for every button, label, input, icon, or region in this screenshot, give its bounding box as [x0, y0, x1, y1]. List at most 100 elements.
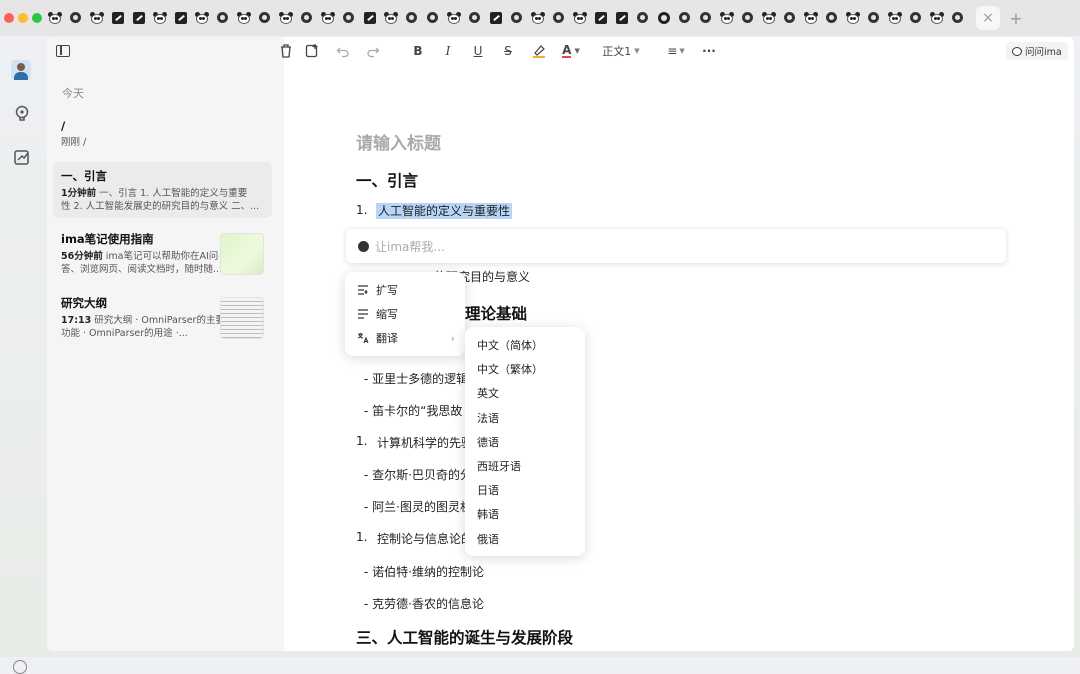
- panda-icon: [152, 12, 167, 24]
- note-item[interactable]: 研究大纲 17:13 研究大纲 · OmniParser的主要 功能 · Omni…: [53, 289, 272, 345]
- more-icon[interactable]: ···: [702, 43, 716, 59]
- browser-tab[interactable]: [212, 9, 233, 27]
- note-item-selected[interactable]: 一、引言 1分钟前 一、引言 1. 人工智能的定义与重要性 2. 人工智能发展史…: [53, 162, 272, 218]
- redo-icon[interactable]: [366, 43, 380, 59]
- browser-tab[interactable]: [653, 9, 674, 27]
- browser-tab[interactable]: [611, 9, 632, 27]
- browser-tab[interactable]: [149, 9, 170, 27]
- browser-tab[interactable]: [128, 9, 149, 27]
- browser-tab[interactable]: [842, 9, 863, 27]
- translate-option-label: 俄语: [477, 532, 499, 546]
- browser-tab[interactable]: [506, 9, 527, 27]
- translate-option[interactable]: 德语: [465, 430, 585, 454]
- translate-option[interactable]: 俄语: [465, 527, 585, 551]
- align-icon[interactable]: ≡ ▼: [664, 43, 688, 59]
- browser-tab[interactable]: [821, 9, 842, 27]
- browser-tab[interactable]: [422, 9, 443, 27]
- browser-tab[interactable]: [380, 9, 401, 27]
- browser-tab[interactable]: [359, 9, 380, 27]
- paragraph-style-select[interactable]: 正文1 ▼: [601, 43, 641, 59]
- trash-icon[interactable]: [279, 43, 293, 59]
- browser-tab[interactable]: [863, 9, 884, 27]
- note-edit-icon[interactable]: [13, 148, 31, 166]
- browser-tab[interactable]: [485, 9, 506, 27]
- browser-tab[interactable]: [779, 9, 800, 27]
- translate-option[interactable]: 法语: [465, 406, 585, 430]
- bullet-text: - 亚里士多德的逻辑: [364, 372, 469, 386]
- location-pin-icon: [553, 11, 564, 25]
- sidebar-toggle-icon[interactable]: [56, 45, 70, 57]
- translate-submenu: 中文（简体） 中文（繁体） 英文法语 德语 西班牙语 日语 韩语俄语: [465, 327, 585, 556]
- browser-tab[interactable]: [401, 9, 422, 27]
- browser-tab[interactable]: [44, 9, 65, 27]
- browser-tab[interactable]: [569, 9, 590, 27]
- translate-option[interactable]: 英文: [465, 381, 585, 405]
- italic-icon[interactable]: I: [442, 43, 454, 59]
- browser-tab[interactable]: [317, 9, 338, 27]
- browser-tab[interactable]: [275, 9, 296, 27]
- note-item[interactable]: / 刚刚 /: [53, 113, 272, 153]
- translate-option[interactable]: 中文（繁体）: [465, 357, 585, 381]
- panda-icon: [761, 12, 776, 24]
- browser-tab[interactable]: [947, 9, 968, 27]
- editor-area[interactable]: 请输入标题 一、引言 1. 人工智能的定义与重要性 让ima帮我... 的研究目…: [284, 65, 1074, 651]
- browser-tab[interactable]: [758, 9, 779, 27]
- new-note-icon[interactable]: [305, 43, 319, 59]
- browser-tab[interactable]: [233, 9, 254, 27]
- browser-tab[interactable]: [548, 9, 569, 27]
- avatar[interactable]: [11, 60, 31, 80]
- underline-icon[interactable]: U: [472, 43, 484, 59]
- bold-icon[interactable]: B: [412, 43, 424, 59]
- browser-tab[interactable]: [716, 9, 737, 27]
- browser-tab[interactable]: [296, 9, 317, 27]
- browser-tab[interactable]: [695, 9, 716, 27]
- lightbulb-icon[interactable]: [13, 105, 31, 123]
- browser-tab[interactable]: [65, 9, 86, 27]
- note-item[interactable]: ima笔记使用指南 56分钟前 ima笔记可以帮助你在AI问 答、浏览网页、阅读文…: [53, 225, 272, 281]
- browser-tab[interactable]: [737, 9, 758, 27]
- menu-item-translate[interactable]: 翻译 ›: [345, 326, 465, 350]
- menu-item-expand[interactable]: 扩写: [345, 278, 465, 302]
- ask-ima-button[interactable]: 问问ima: [1006, 42, 1068, 60]
- edit-icon: [615, 12, 628, 24]
- translate-option[interactable]: 中文（简体）: [465, 333, 585, 357]
- browser-tab[interactable]: [170, 9, 191, 27]
- close-window-button[interactable]: [4, 13, 14, 23]
- browser-tab[interactable]: [905, 9, 926, 27]
- plus-icon: +: [1009, 8, 1023, 28]
- minimize-window-button[interactable]: [18, 13, 28, 23]
- browser-tab[interactable]: [86, 9, 107, 27]
- history-icon[interactable]: [13, 660, 27, 674]
- browser-tab[interactable]: [590, 9, 611, 27]
- translate-option[interactable]: 韩语: [465, 502, 585, 526]
- title-input[interactable]: 请输入标题: [356, 129, 441, 154]
- browser-tab[interactable]: [926, 9, 947, 27]
- menu-label: 翻译: [376, 332, 398, 345]
- browser-tab[interactable]: [443, 9, 464, 27]
- browser-tab[interactable]: [674, 9, 695, 27]
- undo-icon[interactable]: [336, 43, 350, 59]
- browser-tab[interactable]: [338, 9, 359, 27]
- app-window: 今天 / 刚刚 / 一、引言 1分钟前 一、引言 1. 人工智能的定义与重要性 …: [47, 37, 1074, 651]
- browser-tab[interactable]: [254, 9, 275, 27]
- browser-tab[interactable]: [800, 9, 821, 27]
- new-tab-button[interactable]: +: [1008, 8, 1024, 28]
- browser-tab[interactable]: [191, 9, 212, 27]
- translate-option-label: 英文: [477, 387, 499, 401]
- menu-item-shorten[interactable]: 缩写: [345, 302, 465, 326]
- close-tab-button[interactable]: ×: [976, 6, 1000, 30]
- translate-option[interactable]: 西班牙语: [465, 454, 585, 478]
- browser-tab[interactable]: [632, 9, 653, 27]
- translate-option[interactable]: 日语: [465, 478, 585, 502]
- browser-tab[interactable]: [107, 9, 128, 27]
- ai-prompt-bar[interactable]: 让ima帮我...: [346, 229, 1006, 263]
- browser-tab[interactable]: [464, 9, 485, 27]
- highlight-icon[interactable]: [532, 43, 546, 59]
- browser-tab[interactable]: [884, 9, 905, 27]
- zoom-window-button[interactable]: [32, 13, 42, 23]
- font-color-icon[interactable]: A ▼: [560, 43, 582, 59]
- strikethrough-icon[interactable]: S: [502, 43, 514, 59]
- menu-label: 缩写: [376, 308, 398, 321]
- browser-tab[interactable]: [527, 9, 548, 27]
- selected-text[interactable]: 人工智能的定义与重要性: [376, 202, 513, 219]
